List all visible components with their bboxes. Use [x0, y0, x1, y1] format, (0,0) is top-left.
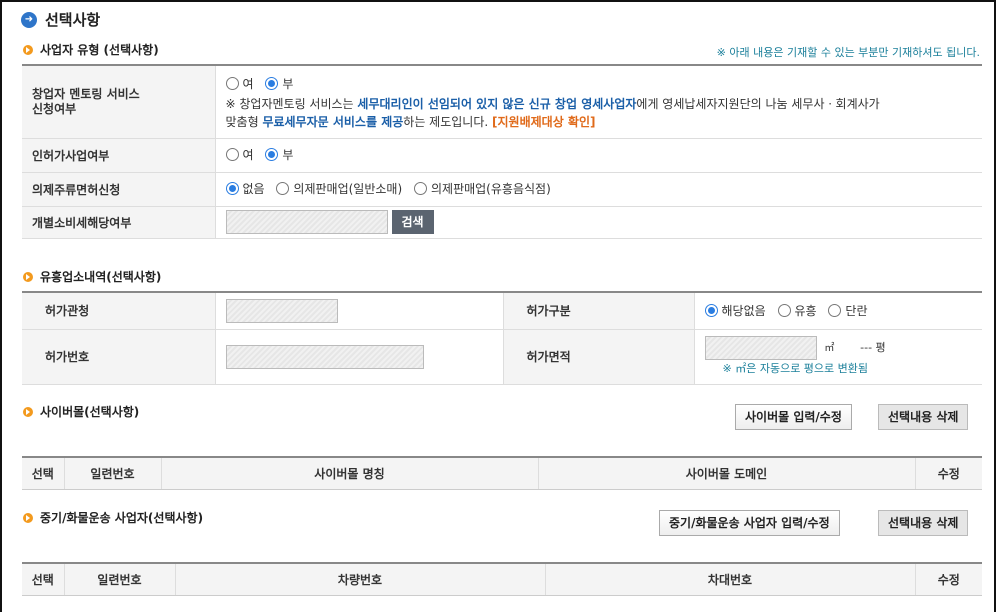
pyeong-display: --- 평: [860, 341, 886, 354]
note-text: 맞춤형: [225, 115, 263, 129]
radio-icon: [777, 303, 791, 317]
col-edit: 수정: [915, 457, 982, 490]
license-yes-radio[interactable]: 여: [225, 146, 254, 163]
cybermall-delete-button[interactable]: 선택내용 삭제: [878, 404, 969, 430]
excise-label: 개별소비세해당여부: [22, 206, 216, 239]
col-mall-domain: 사이버몰 도메인: [538, 457, 916, 490]
bullet-icon: [23, 44, 33, 55]
transport-delete-button[interactable]: 선택내용 삭제: [878, 510, 969, 536]
liquor-label: 의제주류면허신청: [22, 172, 216, 207]
mentoring-yes-radio[interactable]: 여: [225, 75, 254, 93]
type-entertainment-radio[interactable]: 유흥: [777, 302, 817, 319]
radio-label: 없음: [242, 182, 265, 196]
note-text: ※ 창업자멘토링 서비스는: [225, 97, 358, 111]
excise-input[interactable]: [225, 210, 388, 234]
radio-label: 의제판매업(일반소매): [293, 182, 403, 196]
page-title: ➜ 선택사항: [21, 9, 100, 30]
transport-section-title: 중기/화물운송 사업자(선택사항): [23, 509, 203, 526]
radio-icon: [276, 182, 290, 195]
radio-label: 여: [242, 76, 254, 91]
radio-label: 유흥: [794, 303, 817, 318]
col-chassis-number: 차대번호: [545, 563, 916, 596]
license-label: 인허가사업여부: [22, 138, 216, 173]
authority-label: 허가관청: [22, 292, 216, 330]
radio-label: 부: [282, 76, 294, 91]
radio-label: 부: [282, 148, 294, 162]
mentoring-no-radio[interactable]: 부: [265, 75, 293, 93]
col-serial: 일련번호: [64, 563, 176, 596]
table-header-row: 선택 일련번호 사이버몰 명칭 사이버몰 도메인 수정: [22, 457, 982, 490]
radio-selected-icon: [265, 148, 279, 161]
col-select: 선택: [22, 457, 65, 490]
note-text: 하는 제도입니다.: [403, 115, 493, 129]
entertainment-section-title-text: 유흥업소내역(선택사항): [40, 270, 162, 284]
liquor-restaurant-radio[interactable]: 의제판매업(유흥음식점): [413, 180, 551, 197]
business-section-title: 사업자 유형 (선택사항): [23, 41, 159, 58]
mentoring-note: ※ 창업자멘토링 서비스는 세무대리인이 선임되어 있지 않은 신규 창업 영세…: [226, 95, 983, 113]
type-none-radio[interactable]: 해당없음: [704, 302, 766, 319]
authority-input[interactable]: [225, 298, 338, 323]
col-select: 선택: [22, 563, 65, 596]
area-unit: ㎡: [824, 343, 835, 354]
business-note: ※ 아래 내용은 기재할 수 있는 부분만 기재하셔도 됩니다.: [716, 46, 980, 59]
search-button[interactable]: 검색: [391, 210, 434, 234]
transport-input-button[interactable]: 중기/화물운송 사업자 입력/수정: [659, 510, 840, 536]
col-mall-name: 사이버몰 명칭: [161, 457, 539, 490]
page-title-text: 선택사항: [45, 11, 101, 29]
mentoring-label: 창업자 멘토링 서비스 신청여부: [22, 65, 216, 139]
note-highlight: 무료세무자문 서비스를 제공: [262, 115, 404, 129]
area-input[interactable]: [704, 335, 817, 360]
exclusion-check-link[interactable]: [지원배제대상 확인]: [492, 115, 595, 129]
transport-section-title-text: 중기/화물운송 사업자(선택사항): [40, 511, 204, 525]
radio-label: 의제판매업(유흥음식점): [430, 182, 551, 196]
number-label: 허가번호: [22, 329, 216, 385]
radio-selected-icon: [265, 77, 279, 90]
radio-icon: [225, 77, 239, 90]
arrow-right-icon: ➜: [21, 11, 37, 28]
business-section-title-text: 사업자 유형 (선택사항): [40, 43, 159, 57]
bullet-icon: [23, 271, 33, 282]
radio-selected-icon: [704, 303, 718, 317]
radio-label: 해당없음: [721, 303, 766, 318]
area-note: ※ ㎡은 자동으로 평으로 변환됨: [722, 361, 869, 375]
bullet-icon: [23, 406, 33, 417]
radio-label: 단란: [845, 303, 868, 318]
col-vehicle-number: 차량번호: [175, 563, 546, 596]
cybermall-table: 선택 일련번호 사이버몰 명칭 사이버몰 도메인 수정: [22, 456, 982, 490]
area-label: 허가면적: [502, 329, 695, 385]
radio-icon: [828, 303, 842, 317]
liquor-retail-radio[interactable]: 의제판매업(일반소매): [276, 180, 402, 197]
col-edit: 수정: [915, 563, 982, 596]
table-header-row: 선택 일련번호 차량번호 차대번호 수정: [22, 563, 982, 596]
license-no-radio[interactable]: 부: [265, 146, 293, 163]
cybermall-section-title: 사이버몰(선택사항): [23, 403, 139, 420]
liquor-none-radio[interactable]: 없음: [225, 180, 265, 197]
type-label: 허가구분: [502, 292, 695, 330]
radio-icon: [413, 182, 427, 195]
type-danran-radio[interactable]: 단란: [828, 302, 868, 319]
radio-icon: [225, 148, 239, 161]
cybermall-input-button[interactable]: 사이버몰 입력/수정: [735, 404, 852, 430]
radio-label: 여: [242, 148, 254, 162]
entertainment-section-title: 유흥업소내역(선택사항): [23, 268, 161, 285]
entertainment-table: 허가관청 허가구분 해당없음 유흥 단란 허가번호 허가면적 ㎡ --- 평 ※…: [22, 291, 982, 385]
bullet-icon: [23, 512, 33, 523]
number-input[interactable]: [225, 344, 424, 369]
col-serial: 일련번호: [64, 457, 162, 490]
note-text: 에게 영세납세자지원단의 나눔 세무사ㆍ회계사가: [636, 97, 880, 111]
cybermall-section-title-text: 사이버몰(선택사항): [40, 405, 140, 419]
transport-table: 선택 일련번호 차량번호 차대번호 수정: [22, 562, 982, 596]
business-type-table: 창업자 멘토링 서비스 신청여부 여 부 ※ 창업자멘토링 서비스는 세무대리인…: [22, 64, 982, 239]
note-highlight: 세무대리인이 선임되어 있지 않은 신규 창업 영세사업자: [357, 97, 637, 111]
radio-selected-icon: [225, 182, 239, 195]
